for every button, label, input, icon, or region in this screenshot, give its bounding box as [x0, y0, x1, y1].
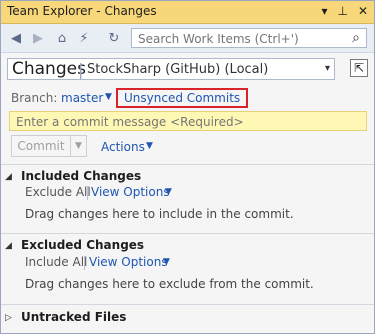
section-divider	[1, 304, 374, 305]
actions-menu[interactable]: Actions	[101, 140, 145, 154]
collapse-icon[interactable]: ◢	[5, 172, 12, 182]
titlebar-icons: ▾ ⊥ ✕	[321, 4, 368, 18]
chevron-down-icon[interactable]: ▼	[163, 257, 170, 267]
window-title: Team Explorer - Changes	[7, 4, 157, 18]
search-input[interactable]	[136, 31, 340, 47]
excluded-drop-hint: Drag changes here to exclude from the co…	[25, 277, 314, 291]
included-drop-hint: Drag changes here to include in the comm…	[25, 207, 294, 221]
commit-button[interactable]: Commit	[11, 135, 71, 157]
untracked-files-title[interactable]: Untracked Files	[21, 310, 126, 324]
title-separator: |	[78, 60, 84, 79]
include-all-link[interactable]: Include All	[25, 255, 87, 269]
refresh-icon[interactable]: ↻	[105, 29, 123, 47]
navigation-toolbar: ◀ ▶ ⌂ ⚡ ↻ ⌕	[1, 24, 374, 53]
search-icon[interactable]: ⌕	[352, 30, 360, 46]
chevron-down-icon[interactable]: ▾	[325, 63, 330, 74]
branch-selector[interactable]: master	[61, 91, 103, 105]
section-divider	[1, 233, 374, 234]
link-separator	[87, 186, 88, 200]
exclude-all-link[interactable]: Exclude All	[25, 185, 91, 199]
commit-message-input[interactable]	[14, 114, 358, 130]
branch-row: Branch: master ▼	[11, 91, 112, 105]
chevron-down-icon[interactable]: ▼	[105, 92, 112, 102]
page-header: Changes | StockSharp (GitHub) (Local) ▾ …	[1, 53, 374, 83]
page-title: Changes	[12, 59, 86, 79]
home-icon[interactable]: ⌂	[53, 29, 71, 47]
chevron-down-icon[interactable]: ▼	[146, 141, 153, 151]
search-work-items[interactable]: ⌕	[131, 28, 367, 48]
team-explorer-window: Team Explorer - Changes ▾ ⊥ ✕ ◀ ▶ ⌂ ⚡ ↻ …	[0, 0, 375, 334]
pin-icon[interactable]: ⊥	[337, 4, 347, 18]
section-divider	[1, 164, 374, 165]
branch-label: Branch:	[11, 91, 58, 105]
link-separator	[84, 256, 85, 270]
popout-icon[interactable]: ⇱	[350, 59, 368, 77]
collapse-icon[interactable]: ◢	[5, 241, 12, 251]
expand-icon[interactable]: ▷	[5, 313, 12, 323]
back-icon[interactable]: ◀	[7, 29, 25, 47]
excluded-view-options-link[interactable]: View Options	[89, 255, 168, 269]
close-icon[interactable]: ✕	[358, 4, 368, 18]
excluded-changes-title[interactable]: Excluded Changes	[21, 238, 144, 252]
chevron-down-icon[interactable]: ▼	[165, 187, 172, 197]
included-changes-title[interactable]: Included Changes	[21, 169, 141, 183]
window-titlebar: Team Explorer - Changes ▾ ⊥ ✕	[1, 1, 374, 24]
included-view-options-link[interactable]: View Options	[91, 185, 170, 199]
commit-dropdown-icon[interactable]: ▼	[71, 135, 87, 157]
chevron-down-icon[interactable]: ▾	[321, 4, 327, 18]
commit-message-box[interactable]	[9, 111, 367, 131]
changes-selector[interactable]: Changes | StockSharp (GitHub) (Local) ▾	[7, 58, 335, 80]
forward-icon[interactable]: ▶	[29, 29, 47, 47]
unsynced-commits-link[interactable]: Unsynced Commits	[116, 88, 249, 108]
connect-icon[interactable]: ⚡	[75, 29, 93, 47]
repository-label: StockSharp (GitHub) (Local)	[87, 62, 269, 77]
